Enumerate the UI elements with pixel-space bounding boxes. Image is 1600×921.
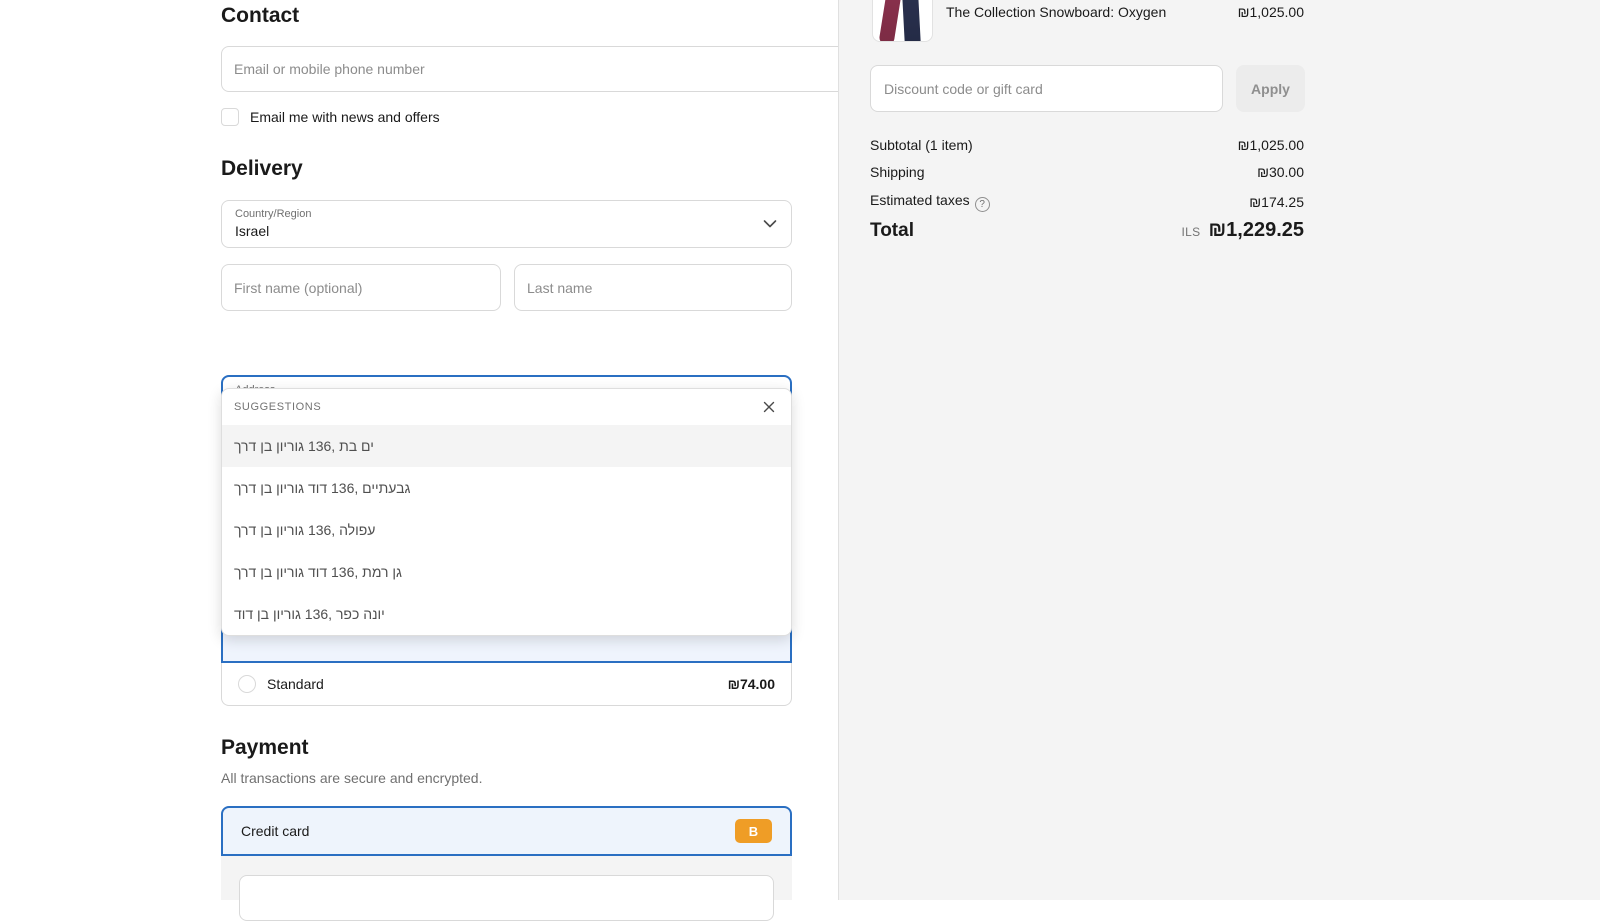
shipping-value: ₪30.00 <box>1257 164 1304 180</box>
subtotal-row: Subtotal (1 item) ₪1,025.00 <box>870 137 1304 153</box>
first-name-input[interactable] <box>221 264 501 311</box>
country-label: Country/Region <box>235 208 311 220</box>
suggestion-item[interactable]: דרך‎ בן‎ גוריון‎ 136, עפולה‎ <box>222 509 791 551</box>
country-select[interactable]: Country/Region Israel <box>221 200 792 248</box>
suggestions-header: SUGGESTIONS <box>234 401 321 413</box>
country-value: Israel <box>235 223 269 239</box>
shipping-label: Shipping <box>870 164 925 180</box>
apply-button[interactable]: Apply <box>1236 65 1305 112</box>
suggestions-dropdown: SUGGESTIONS דרך‎ בן‎ גוריון‎ 136, בת‎ ים… <box>221 388 792 636</box>
discount-input[interactable] <box>870 65 1223 112</box>
order-summary-panel: The Collection Snowboard: Oxygen ₪1,025.… <box>838 0 1600 900</box>
suggestions-header-row: SUGGESTIONS <box>222 389 791 425</box>
delivery-heading: Delivery <box>221 157 792 181</box>
suggestion-item[interactable]: דוד‎ בן‎ גוריון‎ 136, כפר‎ יונה‎ <box>222 593 791 635</box>
suggestion-item[interactable]: דרך‎ בן‎ גוריון‎ דוד‎ 136, גבעתיים‎ <box>222 467 791 509</box>
currency-code: ILS <box>1182 225 1201 239</box>
credit-card-label: Credit card <box>241 823 309 839</box>
contact-heading: Contact <box>221 4 792 28</box>
total-label: Total <box>870 220 914 242</box>
bogus-gateway-icon: B <box>735 819 772 843</box>
news-offers-checkbox[interactable] <box>221 108 239 126</box>
suggestion-item[interactable]: דרך‎ בן‎ גוריון‎ דוד‎ 136, רמת‎ גן‎ <box>222 551 791 593</box>
credit-card-option[interactable]: Credit card B <box>221 806 792 856</box>
snowboard-image <box>878 0 904 42</box>
payment-subtitle: All transactions are secure and encrypte… <box>221 770 792 786</box>
card-number-input[interactable] <box>239 875 774 921</box>
payment-heading: Payment <box>221 736 792 760</box>
subtotal-value: ₪1,025.00 <box>1238 137 1304 153</box>
news-offers-option[interactable]: Email me with news and offers <box>221 108 792 126</box>
product-title: The Collection Snowboard: Oxygen <box>946 4 1286 20</box>
last-name-input[interactable] <box>514 264 792 311</box>
total-row: Total ILS ₪1,229.25 <box>870 219 1304 242</box>
chevron-down-icon <box>763 220 777 229</box>
product-thumbnail <box>872 0 933 42</box>
radio-icon[interactable] <box>238 675 256 693</box>
shipping-option-standard[interactable]: Standard ₪74.00 <box>221 663 792 706</box>
total-value: ₪1,229.25 <box>1208 219 1304 242</box>
checkout-main: Contact Email me with news and offers De… <box>0 0 838 900</box>
subtotal-label: Subtotal (1 item) <box>870 137 973 153</box>
suggestion-item[interactable]: דרך‎ בן‎ גוריון‎ 136, בת‎ ים‎ <box>222 425 791 467</box>
taxes-value: ₪174.25 <box>1249 194 1304 210</box>
shipping-standard-price: ₪74.00 <box>728 676 775 692</box>
shipping-standard-label: Standard <box>267 676 324 692</box>
close-icon[interactable] <box>760 398 778 416</box>
snowboard-image <box>901 0 921 42</box>
card-form-body <box>221 856 792 900</box>
taxes-row: Estimated taxes? ₪174.25 <box>870 192 1304 212</box>
shipping-row: Shipping ₪30.00 <box>870 164 1304 180</box>
help-icon[interactable]: ? <box>975 197 990 212</box>
taxes-label-text: Estimated taxes <box>870 192 970 208</box>
news-offers-label: Email me with news and offers <box>250 109 440 125</box>
product-price: ₪1,025.00 <box>1238 4 1304 20</box>
taxes-label: Estimated taxes? <box>870 192 990 212</box>
